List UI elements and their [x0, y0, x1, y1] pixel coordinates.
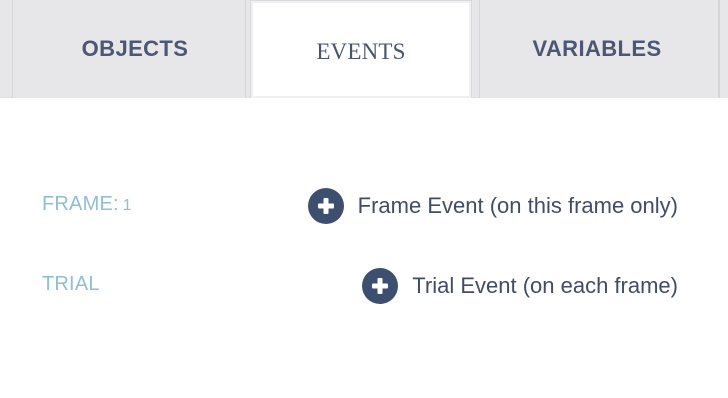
- tab-objects[interactable]: OBJECTS: [12, 0, 246, 98]
- add-trial-event-button[interactable]: Trial Event (on each frame): [362, 268, 678, 304]
- left-margin: [0, 98, 12, 398]
- trial-row-label: TRIAL: [42, 273, 100, 296]
- tab-variables[interactable]: VARIABLES: [479, 0, 719, 98]
- frame-number: 1: [122, 197, 132, 214]
- frame-event-label: Frame Event (on this frame only): [357, 193, 678, 218]
- events-editor: OBJECTS EVENTS VARIABLES FRAME: 1 Frame E…: [0, 0, 728, 398]
- add-frame-event-button[interactable]: Frame Event (on this frame only): [307, 188, 678, 224]
- tab-objects-label: OBJECTS: [81, 36, 189, 61]
- plus-circle-icon: [307, 188, 344, 224]
- trial-label-text: TRIAL: [42, 273, 100, 295]
- frame-row-label: FRAME: 1: [42, 193, 132, 216]
- events-panel: [12, 98, 719, 398]
- right-margin: [719, 98, 728, 398]
- tab-events-label: EVENTS: [316, 38, 406, 64]
- plus-circle-icon: [362, 268, 399, 304]
- tab-variables-label: VARIABLES: [532, 36, 662, 61]
- frame-label-text: FRAME:: [42, 193, 119, 215]
- tab-events[interactable]: EVENTS: [250, 0, 472, 98]
- trial-event-label: Trial Event (on each frame): [412, 273, 678, 298]
- tab-bar: OBJECTS EVENTS VARIABLES: [0, 0, 728, 98]
